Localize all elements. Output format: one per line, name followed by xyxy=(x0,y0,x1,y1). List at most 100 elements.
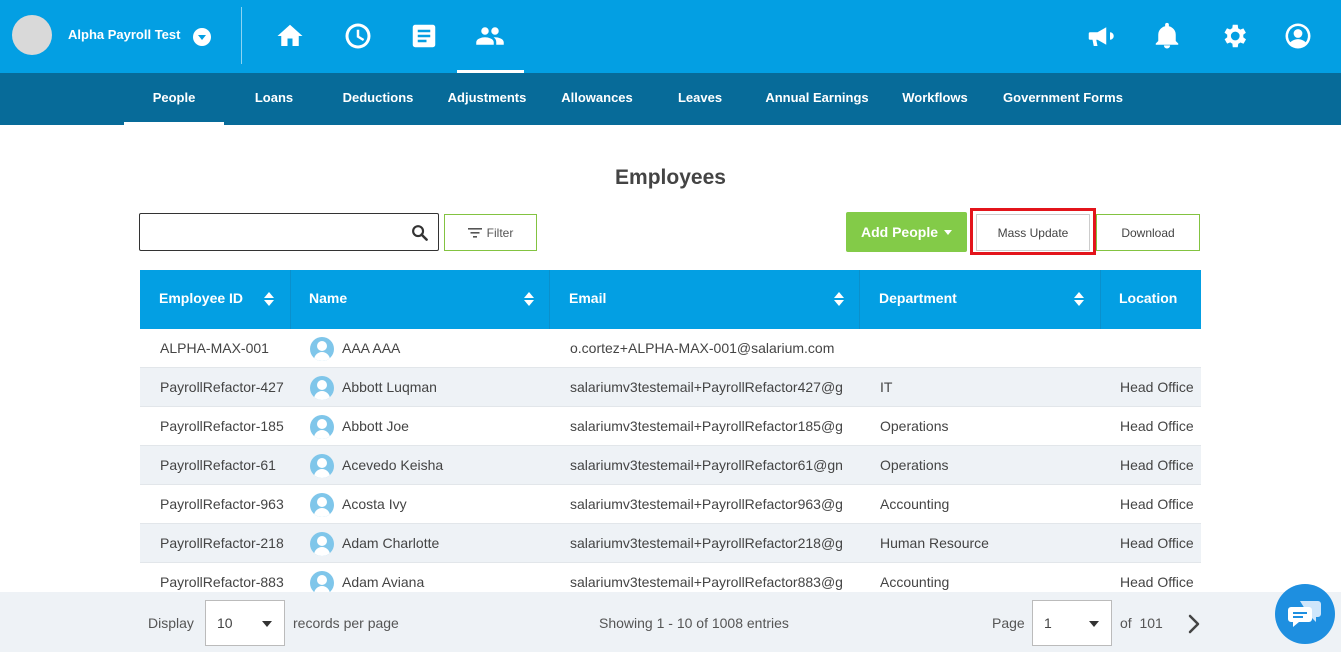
column-header-email[interactable]: Email xyxy=(550,270,860,329)
column-header-department[interactable]: Department xyxy=(860,270,1101,329)
chat-support-button[interactable] xyxy=(1275,584,1335,644)
add-people-label: Add People xyxy=(860,224,938,240)
filter-button[interactable]: Filter xyxy=(444,214,537,251)
person-avatar-icon xyxy=(310,454,334,478)
entries-summary: Showing 1 - 10 of 1008 entries xyxy=(599,615,789,631)
cell-department: Operations xyxy=(880,418,949,434)
download-button[interactable]: Download xyxy=(1096,214,1200,251)
cell-location: Head Office xyxy=(1120,535,1194,551)
cell-name[interactable]: Adam Charlotte xyxy=(342,524,550,563)
cell-employee-id: PayrollRefactor-963 xyxy=(160,496,284,512)
subnav-loans[interactable]: Loans xyxy=(236,73,312,125)
table-row[interactable]: PayrollRefactor-883 Adam Aviana salarium… xyxy=(140,563,1201,592)
cell-location: Head Office xyxy=(1120,418,1194,434)
cell-location: Head Office xyxy=(1120,379,1194,395)
table-row[interactable]: PayrollRefactor-185 Abbott Joe salariumv… xyxy=(140,407,1201,446)
document-icon[interactable] xyxy=(407,19,441,53)
sort-icon[interactable] xyxy=(264,292,274,306)
cell-employee-id: PayrollRefactor-61 xyxy=(160,457,276,473)
cell-department: Human Resource xyxy=(880,535,989,551)
sort-icon[interactable] xyxy=(834,292,844,306)
table-row[interactable]: PayrollRefactor-427 Abbott Luqman salari… xyxy=(140,368,1201,407)
cell-email: o.cortez+ALPHA-MAX-001@salarium.com xyxy=(570,340,835,356)
cell-employee-id: PayrollRefactor-218 xyxy=(160,535,284,551)
cell-employee-id: PayrollRefactor-427 xyxy=(160,379,284,395)
cell-department: IT xyxy=(880,379,893,395)
company-dropdown-icon[interactable] xyxy=(193,28,211,46)
subnav-people[interactable]: People xyxy=(124,73,224,125)
cell-email: salariumv3testemail+PayrollRefactor883@g xyxy=(570,574,843,590)
subnav-adjustments[interactable]: Adjustments xyxy=(444,73,530,125)
pagination-bar: Display 10 records per page Showing 1 - … xyxy=(0,592,1341,652)
person-avatar-icon xyxy=(310,376,334,400)
sub-navigation: People Loans Deductions Adjustments Allo… xyxy=(0,73,1341,125)
sort-icon[interactable] xyxy=(1074,292,1084,306)
chat-icon xyxy=(1288,601,1321,627)
column-header-name[interactable]: Name xyxy=(291,270,550,329)
add-people-button[interactable]: Add People xyxy=(846,212,967,252)
bell-icon[interactable] xyxy=(1150,19,1184,53)
top-bar: Alpha Payroll Test xyxy=(0,0,1341,73)
column-header-employee-id[interactable]: Employee ID xyxy=(140,270,291,329)
sort-icon[interactable] xyxy=(524,292,534,306)
cell-location: Head Office xyxy=(1120,574,1194,590)
company-avatar[interactable] xyxy=(12,15,52,55)
column-header-location[interactable]: Location xyxy=(1101,270,1201,329)
cell-email: salariumv3testemail+PayrollRefactor218@g xyxy=(570,535,843,551)
chevron-down-icon xyxy=(1089,621,1099,627)
gear-icon[interactable] xyxy=(1217,19,1251,53)
subnav-allowances[interactable]: Allowances xyxy=(554,73,640,125)
megaphone-icon[interactable] xyxy=(1083,19,1117,53)
display-label: Display xyxy=(148,615,194,631)
cell-email: salariumv3testemail+PayrollRefactor963@g xyxy=(570,496,843,512)
cell-location: Head Office xyxy=(1120,457,1194,473)
table-row[interactable]: PayrollRefactor-61 Acevedo Keisha salari… xyxy=(140,446,1201,485)
table-row[interactable]: ALPHA-MAX-001 AAA AAA o.cortez+ALPHA-MAX… xyxy=(140,329,1201,368)
person-avatar-icon xyxy=(310,571,334,592)
divider xyxy=(241,7,242,64)
people-icon[interactable] xyxy=(473,19,507,53)
subnav-government-forms[interactable]: Government Forms xyxy=(1000,73,1126,125)
cell-email: salariumv3testemail+PayrollRefactor427@g xyxy=(570,379,843,395)
cell-department: Accounting xyxy=(880,574,950,590)
company-name[interactable]: Alpha Payroll Test xyxy=(68,27,180,42)
home-icon[interactable] xyxy=(273,19,307,53)
cell-location xyxy=(1120,329,1201,368)
cell-name[interactable]: Abbott Luqman xyxy=(342,368,550,407)
table-row[interactable]: PayrollRefactor-963 Acosta Ivy salariumv… xyxy=(140,485,1201,524)
per-page-select[interactable]: 10 xyxy=(205,600,285,646)
cell-name[interactable]: Adam Aviana xyxy=(342,563,550,592)
mass-update-button[interactable]: Mass Update xyxy=(976,214,1090,251)
cell-email: salariumv3testemail+PayrollRefactor185@g xyxy=(570,418,843,434)
search-input[interactable] xyxy=(139,213,439,251)
records-per-page-label: records per page xyxy=(293,615,399,631)
filter-icon xyxy=(467,227,482,238)
next-page-icon[interactable] xyxy=(1186,614,1202,634)
cell-employee-id: PayrollRefactor-883 xyxy=(160,574,284,590)
cell-name[interactable]: Acevedo Keisha xyxy=(342,446,550,485)
person-avatar-icon xyxy=(310,337,334,361)
filter-label: Filter xyxy=(486,225,514,240)
cell-email: salariumv3testemail+PayrollRefactor61@gn xyxy=(570,457,843,473)
page-total: of 101 xyxy=(1120,615,1163,631)
subnav-workflows[interactable]: Workflows xyxy=(896,73,974,125)
page-select[interactable]: 1 xyxy=(1032,600,1112,646)
cell-location: Head Office xyxy=(1120,496,1194,512)
person-avatar-icon xyxy=(310,532,334,556)
user-icon[interactable] xyxy=(1281,19,1315,53)
cell-name[interactable]: Acosta Ivy xyxy=(342,485,550,524)
cell-name[interactable]: Abbott Joe xyxy=(342,407,550,446)
cell-employee-id: PayrollRefactor-185 xyxy=(160,418,284,434)
cell-name[interactable]: AAA AAA xyxy=(342,329,550,368)
subnav-deductions[interactable]: Deductions xyxy=(334,73,422,125)
subnav-leaves[interactable]: Leaves xyxy=(664,73,736,125)
chevron-down-icon xyxy=(262,621,272,627)
subnav-annual-earnings[interactable]: Annual Earnings xyxy=(762,73,872,125)
cell-department: Operations xyxy=(880,457,949,473)
person-avatar-icon xyxy=(310,415,334,439)
clock-icon[interactable] xyxy=(341,19,375,53)
employees-table: Employee ID Name Email Department Locati… xyxy=(140,270,1201,592)
table-row[interactable]: PayrollRefactor-218 Adam Charlotte salar… xyxy=(140,524,1201,563)
person-avatar-icon xyxy=(310,493,334,517)
search-icon[interactable] xyxy=(411,224,428,241)
